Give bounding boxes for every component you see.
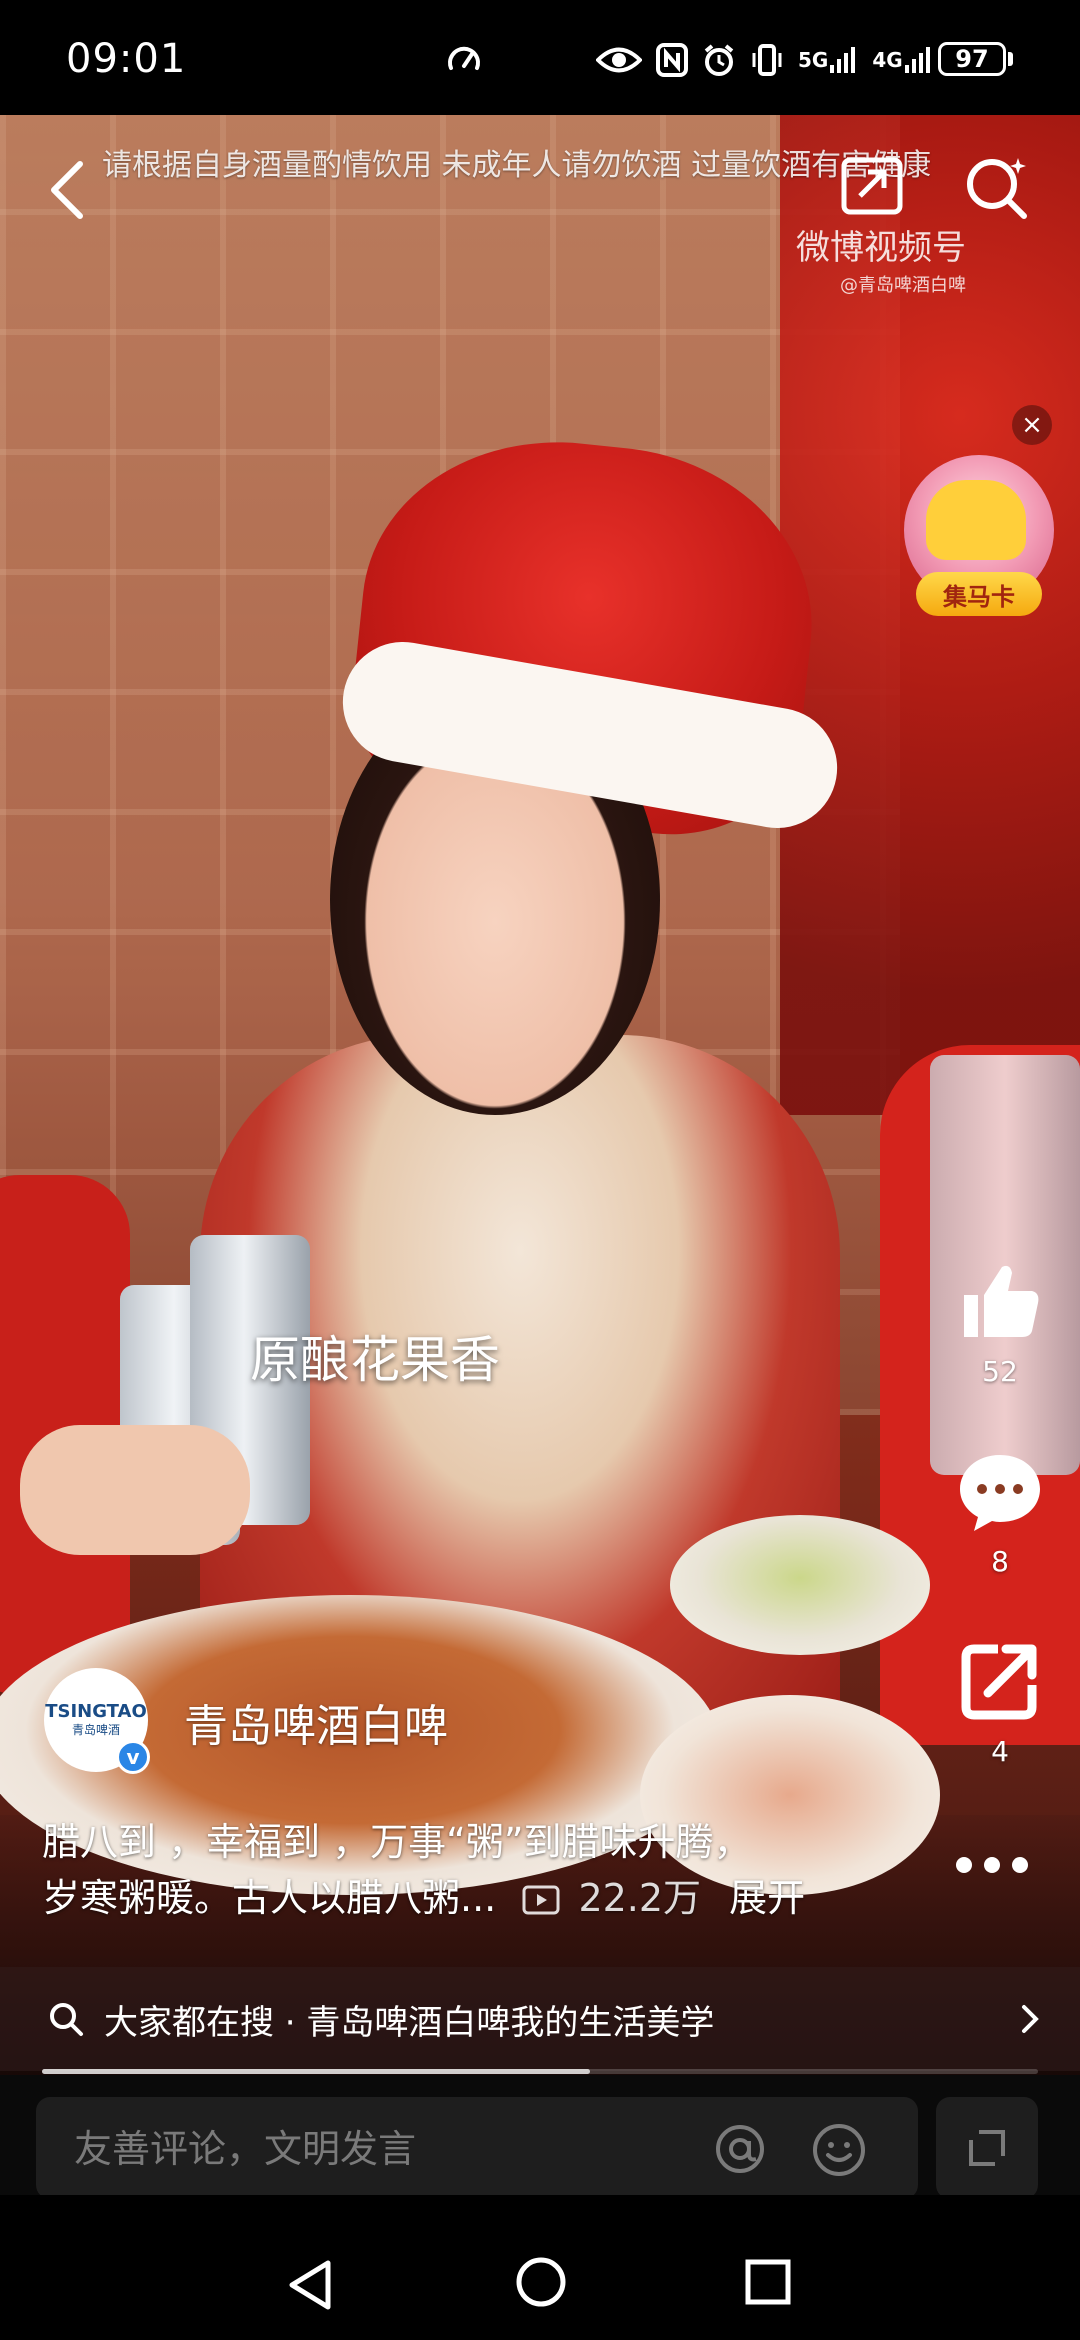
back-arrow-icon[interactable] bbox=[36, 150, 96, 230]
author-name[interactable]: 青岛啤酒白啤 bbox=[184, 1690, 448, 1754]
play-count-icon bbox=[522, 1885, 560, 1915]
promo-card-label[interactable]: 集马卡 bbox=[916, 572, 1042, 616]
watermark-brand: 微博视频号 bbox=[796, 228, 966, 268]
status-time: 09:01 bbox=[66, 36, 187, 82]
video-subtitle: 原酿花果香 bbox=[250, 1331, 500, 1389]
expand-icon bbox=[969, 2130, 1005, 2166]
post-description[interactable]: 腊八到 ，幸福到 ，万事“粥”到腊味升腾， 岁寒粥暖。古人以腊八粥... 22.… bbox=[42, 1814, 922, 1926]
comment-bubble-icon bbox=[960, 1455, 1040, 1531]
like-count: 52 bbox=[982, 1355, 1018, 1388]
nav-back-icon[interactable] bbox=[284, 2257, 336, 2313]
like-button[interactable]: 52 bbox=[945, 1255, 1055, 1388]
search-icon bbox=[50, 2003, 83, 2036]
weibo-watermark: 微博视频号 @青岛啤酒白啤 bbox=[796, 220, 966, 297]
promo-character-icon bbox=[926, 480, 1026, 560]
status-bar: 09:01 5G 4G 97 bbox=[0, 0, 1080, 115]
expand-comments-button[interactable] bbox=[936, 2097, 1038, 2199]
thumbs-up-icon bbox=[964, 1265, 1039, 1337]
avatar-brand: TSINGTAO bbox=[45, 1700, 147, 1722]
dot bbox=[984, 1857, 1000, 1873]
comment-input[interactable] bbox=[72, 2097, 676, 2201]
more-options-icon[interactable] bbox=[956, 1850, 1036, 1880]
watermark-handle: @青岛啤酒白啤 bbox=[840, 275, 966, 296]
signal-4g: 4G bbox=[872, 45, 932, 75]
video-progress-bar[interactable] bbox=[42, 2069, 1038, 2074]
speedometer-icon bbox=[448, 46, 480, 70]
screen-mirror-icon[interactable] bbox=[836, 148, 912, 224]
comment-box[interactable] bbox=[36, 2097, 918, 2201]
comment-button[interactable]: 8 bbox=[945, 1445, 1055, 1578]
video-progress-fill bbox=[42, 2069, 590, 2074]
status-icons: 5G 4G bbox=[596, 38, 933, 82]
dot bbox=[1012, 1857, 1028, 1873]
signal-5g: 5G bbox=[798, 45, 858, 75]
signal-bars-icon bbox=[904, 47, 930, 73]
video-player[interactable] bbox=[0, 115, 1080, 2075]
close-card-button[interactable]: × bbox=[1012, 405, 1052, 445]
vibrate-icon bbox=[752, 44, 782, 76]
description-text: 岁寒粥暖。古人以腊八粥... bbox=[42, 1876, 497, 1920]
share-button[interactable]: 4 bbox=[945, 1635, 1055, 1768]
dot bbox=[956, 1857, 972, 1873]
description-line-1: 腊八到 ，幸福到 ，万事“粥”到腊味升腾， bbox=[42, 1820, 752, 1864]
verified-badge-icon: v bbox=[116, 1740, 150, 1774]
share-count: 4 bbox=[991, 1735, 1009, 1768]
hot-search-text: 大家都在搜 · 青岛啤酒白啤我的生活美学 bbox=[104, 2002, 715, 2043]
expand-link[interactable]: 展开 bbox=[729, 1876, 805, 1920]
eye-icon bbox=[596, 47, 642, 73]
alcohol-warning: 请根据自身酒量酌情饮用 未成年人请勿饮酒 过量饮酒有害健康 bbox=[102, 148, 932, 183]
alarm-icon bbox=[704, 44, 734, 76]
share-icon bbox=[961, 1644, 1037, 1720]
battery-indicator: 97 bbox=[938, 42, 1006, 76]
search-icon[interactable] bbox=[960, 150, 1034, 224]
screen: 09:01 5G 4G 97 请根据自身酒量酌情饮用 未成年人请勿饮酒 过量饮酒… bbox=[0, 0, 1080, 2340]
mention-at-icon[interactable] bbox=[712, 2121, 768, 2177]
comment-count: 8 bbox=[991, 1545, 1009, 1578]
nav-home-icon[interactable] bbox=[514, 2255, 568, 2309]
nfc-icon bbox=[656, 43, 688, 77]
play-count: 22.2万 bbox=[578, 1876, 702, 1920]
emoji-icon[interactable] bbox=[810, 2121, 868, 2179]
hand bbox=[20, 1425, 250, 1555]
dish-bowl bbox=[670, 1515, 930, 1655]
avatar-brand-sub: 青岛啤酒 bbox=[71, 1722, 120, 1737]
battery-tip bbox=[1008, 52, 1013, 66]
chevron-right-icon bbox=[1022, 2005, 1039, 2033]
nav-recent-apps-icon[interactable] bbox=[744, 2258, 792, 2306]
signal-bars-icon bbox=[830, 47, 856, 73]
description-line-2: 岁寒粥暖。古人以腊八粥... 22.2万 展开 bbox=[42, 1870, 922, 1926]
hot-search-bar[interactable]: 大家都在搜 · 青岛啤酒白啤我的生活美学 bbox=[0, 1967, 1080, 2071]
